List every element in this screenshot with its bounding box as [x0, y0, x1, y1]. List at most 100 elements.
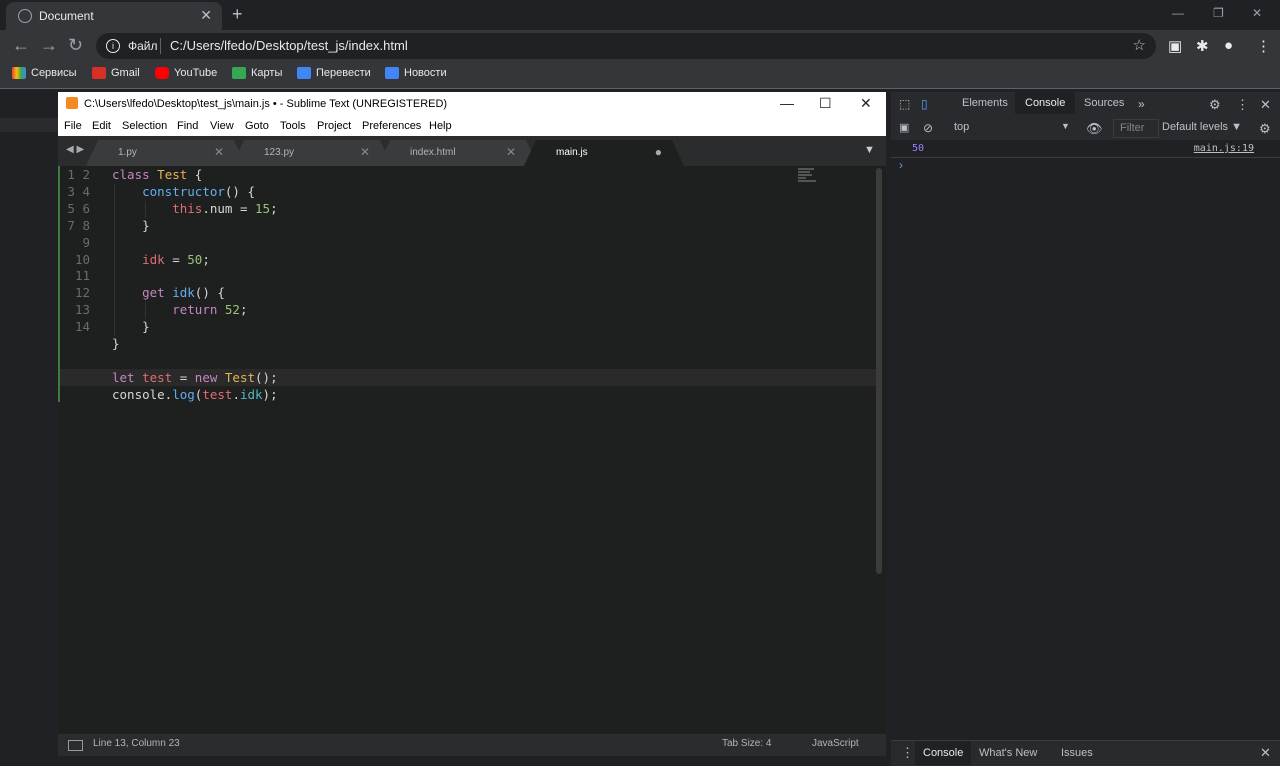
- unsaved-dot-icon[interactable]: ●: [655, 145, 662, 159]
- minimap[interactable]: [798, 168, 818, 190]
- tab-size-indicator[interactable]: Tab Size: 4: [722, 738, 771, 749]
- scheme-label: Файл: [128, 39, 158, 53]
- bookmark-translate[interactable]: Перевести: [297, 67, 371, 79]
- code-editor[interactable]: 1 2 3 4 5 6 7 8 9 10 11 12 13 14 class T…: [58, 166, 886, 734]
- drawer-tab-whats-new[interactable]: What's New: [979, 747, 1037, 759]
- eye-icon[interactable]: 👁: [1086, 121, 1103, 137]
- site-info-icon[interactable]: i: [106, 39, 120, 53]
- log-levels-dropdown[interactable]: Default levels ▼: [1162, 121, 1242, 133]
- sublime-maximize-button[interactable]: ☐: [819, 95, 832, 112]
- browser-tab[interactable]: Document ✕: [6, 2, 222, 30]
- reload-button[interactable]: ↻: [68, 35, 83, 56]
- browser-toolbar: ← → ↻ i Файл C:/Users/lfedo/Desktop/test…: [0, 30, 1280, 62]
- cursor-position: Line 13, Column 23: [93, 738, 180, 749]
- drawer-menu-icon[interactable]: ⋮: [901, 745, 914, 761]
- devtools-tab-console[interactable]: Console: [1015, 92, 1076, 114]
- devtools-tab-sources[interactable]: Sources: [1084, 97, 1124, 109]
- log-value: 50: [912, 143, 925, 154]
- menu-file[interactable]: File: [64, 120, 82, 132]
- close-tab-icon[interactable]: ✕: [214, 145, 224, 159]
- bookmark-star-icon[interactable]: ☆: [1133, 36, 1146, 54]
- url-text[interactable]: C:/Users/lfedo/Desktop/test_js/index.htm…: [170, 38, 408, 53]
- apps-grid-icon: [12, 67, 26, 79]
- editor-scrollbar[interactable]: [876, 168, 882, 574]
- syntax-indicator[interactable]: JavaScript: [812, 738, 859, 749]
- menu-view[interactable]: View: [210, 120, 234, 132]
- minimize-window-button[interactable]: —: [1172, 6, 1184, 20]
- sublime-minimize-button[interactable]: —: [780, 95, 794, 111]
- close-window-button[interactable]: ✕: [1252, 6, 1262, 20]
- bookmark-maps[interactable]: Карты: [232, 67, 282, 79]
- drawer-tab-console[interactable]: Console: [915, 741, 972, 765]
- new-tab-button[interactable]: +: [232, 4, 243, 25]
- menu-edit[interactable]: Edit: [92, 120, 111, 132]
- console-prompt-icon[interactable]: ›: [899, 158, 903, 172]
- drawer-tab-issues[interactable]: Issues: [1061, 747, 1093, 759]
- console-panel-icon[interactable]: [68, 740, 83, 751]
- tab-scroll-arrows-icon[interactable]: ◀ ▶: [66, 144, 84, 155]
- devtools-tab-elements[interactable]: Elements: [962, 97, 1008, 109]
- sublime-title-bar: C:\Users\lfedo\Desktop\test_js\main.js •…: [58, 92, 886, 116]
- maps-icon: [232, 67, 246, 79]
- close-tab-icon[interactable]: ✕: [506, 145, 516, 159]
- menu-goto[interactable]: Goto: [245, 120, 269, 132]
- menu-tools[interactable]: Tools: [280, 120, 306, 132]
- git-gutter-marker: [58, 166, 60, 402]
- console-filter-input[interactable]: Filter: [1113, 119, 1159, 138]
- device-toolbar-icon[interactable]: ▯: [921, 97, 928, 111]
- code-content[interactable]: class Test { constructor() { this.num = …: [112, 167, 278, 404]
- news-icon: [385, 67, 399, 79]
- clear-console-icon[interactable]: ⊘: [923, 121, 933, 135]
- close-tab-icon[interactable]: ✕: [200, 7, 212, 24]
- console-output[interactable]: 50 main.js:19 ›: [891, 140, 1280, 740]
- close-devtools-icon[interactable]: ✕: [1260, 97, 1271, 113]
- sublime-menu-bar: File Edit Selection Find View Goto Tools…: [58, 116, 886, 137]
- menu-project[interactable]: Project: [317, 120, 351, 132]
- console-log-row: 50 main.js:19: [891, 140, 1280, 158]
- gmail-icon: [92, 67, 106, 79]
- menu-preferences[interactable]: Preferences: [362, 120, 421, 132]
- bookmark-youtube[interactable]: YouTube: [155, 67, 217, 79]
- sublime-tab-bar: ◀ ▶ 1.py ✕ 123.py ✕ index.html ✕ main.js ● ▼: [58, 136, 886, 166]
- page-strip: [0, 118, 58, 132]
- line-numbers: 1 2 3 4 5 6 7 8 9 10 11 12 13 14: [67, 167, 90, 335]
- sublime-close-button[interactable]: ✕: [860, 95, 872, 112]
- tab-dropdown-icon[interactable]: ▼: [864, 144, 875, 156]
- context-selector[interactable]: top: [954, 121, 969, 133]
- chevron-down-icon[interactable]: ▼: [1061, 121, 1070, 131]
- file-tab-index-html[interactable]: index.html ✕: [378, 140, 538, 166]
- bookmark-news[interactable]: Новости: [385, 67, 447, 79]
- menu-find[interactable]: Find: [177, 120, 198, 132]
- forward-button[interactable]: →: [40, 35, 58, 56]
- sidebar-toggle-icon[interactable]: ▣: [899, 121, 909, 134]
- profile-avatar-icon[interactable]: ●: [1224, 37, 1233, 54]
- menu-help[interactable]: Help: [429, 120, 452, 132]
- file-tab-1py[interactable]: 1.py ✕: [86, 140, 246, 166]
- extensions-puzzle-icon[interactable]: ✱: [1196, 37, 1209, 55]
- camera-extension-icon[interactable]: ▣: [1168, 37, 1182, 55]
- address-bar[interactable]: i Файл C:/Users/lfedo/Desktop/test_js/in…: [96, 33, 1156, 59]
- translate-icon: [297, 67, 311, 79]
- file-tab-123py[interactable]: 123.py ✕: [232, 140, 392, 166]
- bookmarks-bar: Сервисы Gmail YouTube Карты Перевести Но…: [0, 62, 1280, 89]
- bookmark-services[interactable]: Сервисы: [12, 67, 77, 79]
- menu-selection[interactable]: Selection: [122, 120, 167, 132]
- browser-tab-title: Document: [39, 9, 94, 23]
- youtube-icon: [155, 67, 169, 79]
- restore-window-button[interactable]: ❐: [1213, 6, 1224, 20]
- console-settings-gear-icon[interactable]: ⚙: [1259, 121, 1271, 137]
- file-tab-main-js[interactable]: main.js ●: [524, 140, 684, 166]
- bookmark-gmail[interactable]: Gmail: [92, 67, 140, 79]
- divider: [160, 38, 161, 54]
- log-source-link[interactable]: main.js:19: [1194, 143, 1254, 154]
- close-tab-icon[interactable]: ✕: [360, 145, 370, 159]
- more-tabs-icon[interactable]: »: [1138, 97, 1145, 111]
- devtools-menu-icon[interactable]: ⋮: [1236, 97, 1249, 113]
- inspect-element-icon[interactable]: ⬚: [899, 97, 910, 111]
- back-button[interactable]: ←: [12, 35, 30, 56]
- settings-gear-icon[interactable]: ⚙: [1209, 97, 1221, 113]
- close-drawer-icon[interactable]: ✕: [1260, 745, 1271, 761]
- devtools-tab-bar: ⬚ ▯ Elements Console Sources » ⚙ ⋮ ✕: [891, 92, 1280, 117]
- sublime-logo-icon: [66, 97, 78, 109]
- browser-menu-icon[interactable]: ⋮: [1256, 37, 1271, 55]
